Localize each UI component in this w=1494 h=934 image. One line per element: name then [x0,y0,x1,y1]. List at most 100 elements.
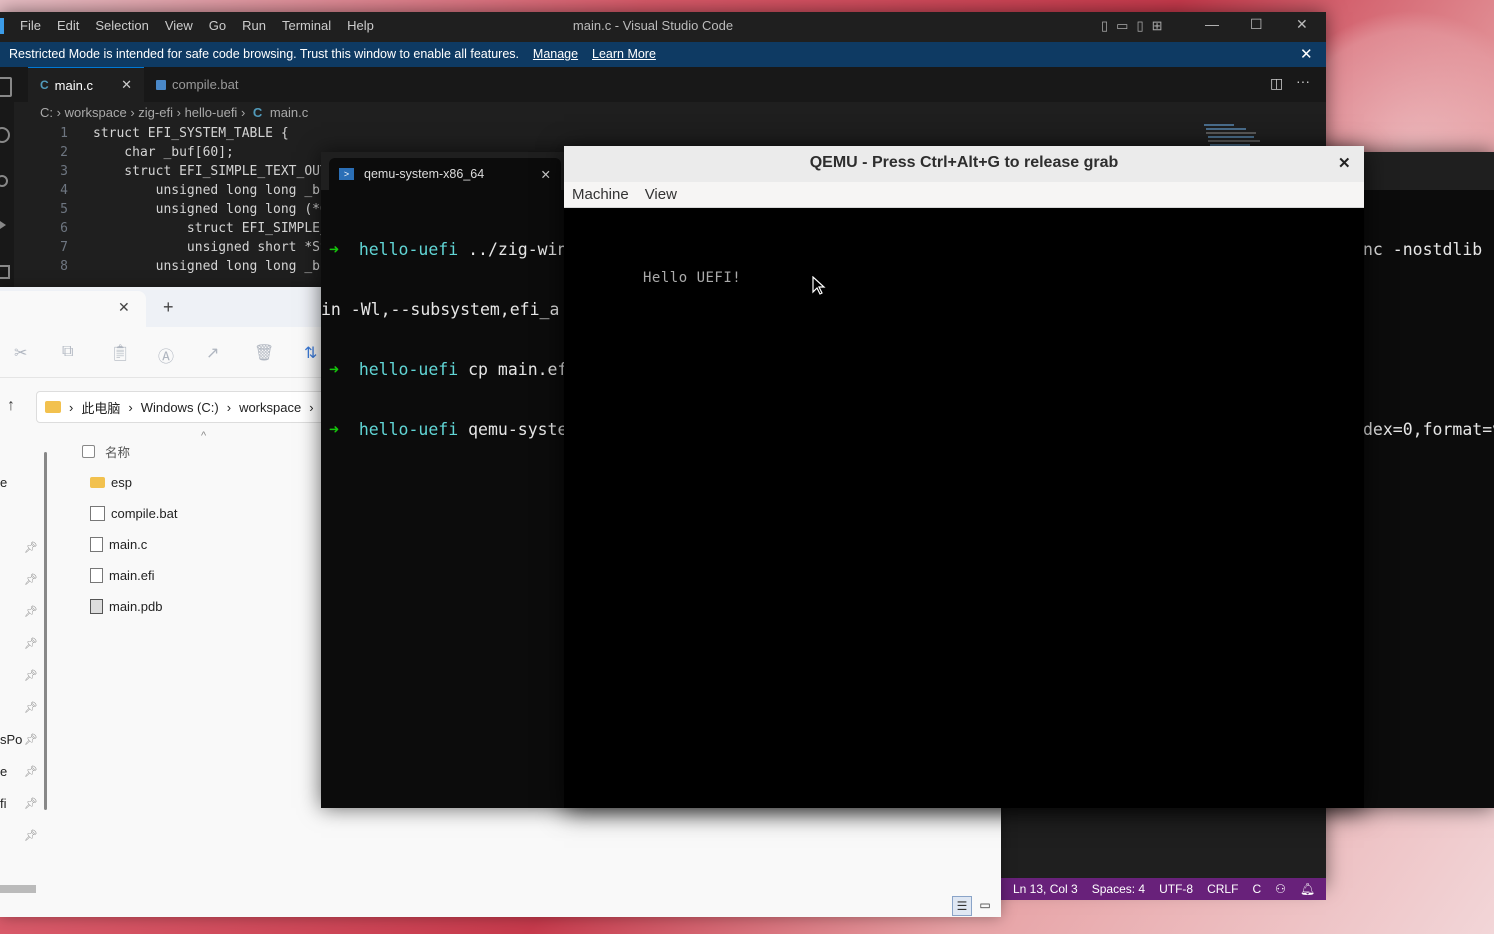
nav-scrollbar[interactable] [44,452,47,810]
line-ending[interactable]: CRLF [1207,882,1238,896]
language-mode[interactable]: C [1252,882,1261,896]
maximize-button[interactable]: ☐ [1250,16,1263,33]
code-line: unsigned long long _bu [93,259,328,274]
pin-icon: 📌︎ [24,798,38,810]
source-control-icon[interactable] [0,175,8,187]
prompt-arrow: ➜ [329,240,339,259]
breadcrumb-workspace[interactable]: workspace [65,105,127,120]
rename-icon[interactable]: Ⓐ [158,343,174,367]
address-this-pc[interactable]: 此电脑 [81,398,120,417]
new-tab-icon[interactable]: + [163,297,174,318]
extensions-icon[interactable] [0,265,10,279]
bell-icon[interactable]: 🔔︎ [1300,882,1315,896]
breadcrumb-file[interactable]: main.c [270,105,308,120]
editor-tabs: C main.c ✕ compile.bat ◫ ··· [14,67,1326,102]
list-item[interactable]: compile.bat [90,506,177,521]
minimize-button[interactable]: — [1205,16,1219,32]
horizontal-scrollbar[interactable] [0,885,36,893]
restricted-banner-text: Restricted Mode is intended for safe cod… [9,47,656,61]
terminal-tab[interactable]: > qemu-system-x86_64 ✕ [329,158,561,190]
paste-icon[interactable]: 📋︎ [110,343,130,363]
qemu-display[interactable]: Hello UEFI! [564,208,1364,808]
address-bar[interactable]: › 此电脑 › Windows (C:) › workspace › [36,391,336,423]
cut-icon[interactable]: ✂ [14,343,27,363]
tab-compile-bat[interactable]: compile.bat [144,67,278,102]
chevron-right-icon: › [240,105,249,120]
tab-main-c[interactable]: C main.c ✕ [28,67,144,102]
details-view-icon[interactable]: ☰ [952,896,972,916]
sort-chevron-icon: ^ [201,430,207,442]
nav-label[interactable]: sPo [0,732,22,747]
explorer-tab[interactable]: ✕ [0,291,146,327]
manage-link[interactable]: Manage [533,47,578,61]
feedback-icon[interactable]: ⚇ [1275,882,1286,896]
restricted-message: Restricted Mode is intended for safe cod… [9,47,519,61]
indentation[interactable]: Spaces: 4 [1092,882,1145,896]
pdb-file-icon [90,599,103,614]
command-text: in -Wl,--subsystem,efi_a [321,300,560,319]
prompt-arrow: ➜ [329,420,339,439]
address-workspace[interactable]: workspace [239,400,301,415]
customize-layout-icon[interactable]: ⊞ [1152,18,1163,34]
split-editor-icon[interactable]: ◫ [1270,75,1283,92]
chevron-right-icon: › [128,399,133,415]
code-line: struct EFI_SIMPLE_TEXT_OUT [93,164,328,179]
address-drive[interactable]: Windows (C:) [141,400,219,415]
list-item[interactable]: main.pdb [90,599,162,614]
c-file-icon: C [252,105,263,120]
command-fragment: dex=0,format=v [1363,420,1494,439]
encoding[interactable]: UTF-8 [1159,882,1193,896]
terminal-tab-title: qemu-system-x86_64 [364,167,485,181]
list-item[interactable]: esp [90,475,132,490]
tiles-view-icon[interactable]: ▭ [976,896,994,914]
close-tab-icon[interactable]: ✕ [118,299,130,316]
close-tab-icon[interactable]: ✕ [541,167,551,182]
column-header: 名称 [82,442,130,461]
delete-icon[interactable]: 🗑︎ [254,343,274,363]
pin-icon: 📌︎ [24,606,38,618]
breadcrumb: C: › workspace › zig-efi › hello-uefi › … [40,105,308,120]
list-item[interactable]: main.c [90,537,147,552]
close-window-button[interactable]: ✕ [1338,154,1351,172]
search-icon[interactable] [0,127,10,143]
learn-more-link[interactable]: Learn More [592,47,656,61]
code-line: char _buf[60]; [93,145,234,160]
nav-label[interactable]: e [0,764,7,779]
file-name: main.c [109,537,148,552]
breadcrumb-drive[interactable]: C: [40,105,53,120]
name-column-header[interactable]: 名称 [105,442,130,461]
close-window-button[interactable]: ✕ [1296,16,1308,33]
close-tab-icon[interactable]: ✕ [121,77,132,93]
file-name: main.efi [109,568,155,583]
qemu-title: QEMU - Press Ctrl+Alt+G to release grab [809,154,1119,171]
breadcrumb-hello-uefi[interactable]: hello-uefi [185,105,238,120]
nav-label[interactable]: e [0,475,7,490]
command-fragment: nc -nostdlib - [1363,240,1494,259]
file-name: main.pdb [109,599,163,614]
cursor-position[interactable]: Ln 13, Col 3 [1013,882,1078,896]
list-item[interactable]: main.efi [90,568,155,583]
toggle-secondary-sidebar-icon[interactable]: ▯ [1136,18,1143,34]
chevron-right-icon: › [176,105,185,120]
menu-view[interactable]: View [645,186,677,203]
toggle-sidebar-icon[interactable]: ▯ [1101,18,1108,34]
explorer-icon[interactable] [0,77,12,97]
more-actions-icon[interactable]: ··· [1296,73,1310,89]
select-all-checkbox[interactable] [82,445,95,458]
navigation-pane: e sPo e fi 📌︎ 📌︎ 📌︎ 📌︎ 📌︎ 📌︎ 📌︎ 📌︎ 📌︎ 📌︎ [0,427,50,897]
folder-icon [45,401,61,413]
sort-icon[interactable]: ⇅ [304,343,317,363]
run-debug-icon[interactable] [0,217,6,233]
toggle-panel-icon[interactable]: ▭ [1116,18,1128,34]
breadcrumb-zig-efi[interactable]: zig-efi [138,105,173,120]
tab-label: main.c [54,77,93,93]
close-banner-icon[interactable]: ✕ [1300,45,1313,63]
nav-label[interactable]: fi [0,796,7,811]
pin-icon: 📌︎ [24,734,38,746]
copy-icon[interactable]: ⧉ [62,343,73,361]
share-icon[interactable]: ↗ [206,343,219,363]
terminal-output[interactable]: ➜ hello-uefi ../zig-win in -Wl,--subsyst… [321,200,567,480]
up-arrow-icon[interactable]: ↑ [7,397,15,415]
menu-machine[interactable]: Machine [572,186,629,203]
